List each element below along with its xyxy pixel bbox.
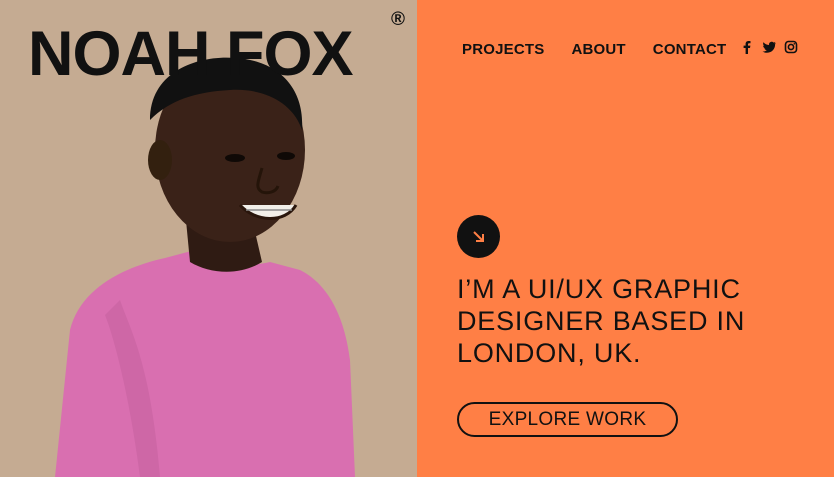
nav-about-link[interactable]: ABOUT [571,41,625,59]
explore-work-button[interactable]: EXPLORE WORK [457,402,678,437]
instagram-icon[interactable] [784,40,798,54]
twitter-icon[interactable] [762,40,776,54]
main-nav: PROJECTS ABOUT CONTACT [462,41,726,59]
hero-content-panel: PROJECTS ABOUT CONTACT I’M A UI/UX GRAPH… [417,0,834,477]
hero-photo-panel: NOAH FOX ® [0,0,417,477]
facebook-icon[interactable] [740,40,754,54]
hero-headline: I’M A UI/UX GRAPHIC DESIGNER BASED IN LO… [457,274,746,368]
nav-projects-link[interactable]: PROJECTS [462,41,544,59]
nav-contact-link[interactable]: CONTACT [653,41,727,59]
arrow-badge [457,215,500,258]
brand-logo-text[interactable]: NOAH FOX [28,16,354,92]
social-links [740,40,798,54]
registered-mark: ® [391,9,405,30]
arrow-down-right-icon [472,230,484,242]
